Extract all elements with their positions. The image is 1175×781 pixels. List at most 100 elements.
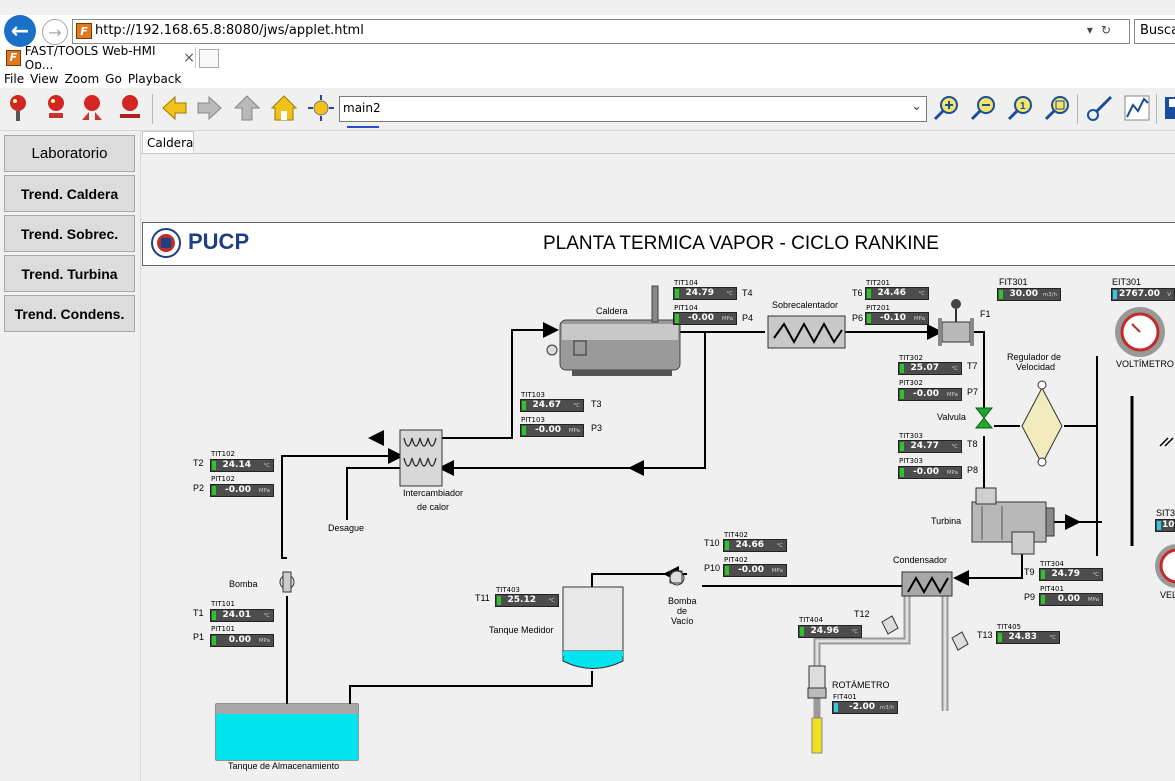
- alarm-bell-1-icon[interactable]: [2, 92, 34, 124]
- readout-tit304[interactable]: 24.79 °C: [1039, 568, 1103, 581]
- readout-pit401[interactable]: 0.00 MPa: [1039, 593, 1103, 606]
- toolbar-separator: [1077, 94, 1078, 124]
- label-rotametro: ROTÁMETRO: [832, 680, 890, 690]
- readout-tit405[interactable]: 24.83 °C: [996, 631, 1060, 644]
- alarm-bell-4-icon[interactable]: [114, 92, 146, 124]
- label-tanque-almacenamiento: Tanque de Almacenamiento: [228, 761, 340, 771]
- tag-pit302: PIT302: [899, 379, 923, 387]
- label-valvula: Valvula: [937, 412, 966, 422]
- tab-caldera[interactable]: Caldera: [142, 131, 194, 153]
- menu-file[interactable]: File: [4, 72, 24, 86]
- key-icon[interactable]: [1084, 92, 1116, 124]
- readout-tit403[interactable]: 25.12 °C: [495, 594, 559, 607]
- save-icon[interactable]: [1160, 92, 1175, 124]
- unit-pit102: MPa: [258, 488, 270, 494]
- url-dropdown-refresh-icon[interactable]: ▾↻: [1087, 23, 1119, 37]
- readout-pit402[interactable]: -0.00 MPa: [723, 564, 787, 577]
- zoom-in-icon[interactable]: [930, 92, 962, 124]
- nav-trend-turbina-button[interactable]: Trend. Turbina: [4, 255, 135, 292]
- menu-zoom[interactable]: Zoom: [65, 72, 100, 86]
- unit-tit303: °C: [951, 444, 958, 450]
- readout-tit302[interactable]: 25.07 °C: [898, 362, 962, 375]
- value-fit301: 30.00: [1009, 289, 1038, 299]
- value-pit104: -0.00: [688, 313, 714, 323]
- readout-tit303[interactable]: 24.77 °C: [898, 440, 962, 453]
- readout-pit302[interactable]: -0.00 MPa: [898, 388, 962, 401]
- nav-laboratorio-button[interactable]: Laboratorio: [4, 135, 135, 172]
- nav-back-arrow-icon[interactable]: [158, 92, 190, 124]
- readout-tit404[interactable]: 24.96 °C: [798, 625, 862, 638]
- value-sit-partial: 100: [1162, 520, 1175, 530]
- readout-tit103[interactable]: 24.67 °C: [520, 399, 584, 412]
- readout-sit-partial[interactable]: 100: [1155, 519, 1175, 532]
- value-tit402: 24.66: [735, 540, 764, 550]
- nav-trend-sobrec-button[interactable]: Trend. Sobrec.: [4, 215, 135, 252]
- toolbar-separator: [1156, 94, 1157, 124]
- unit-tit103: °C: [573, 403, 580, 409]
- unit-tit201: °C: [918, 291, 925, 297]
- alarm-bell-3-icon[interactable]: [76, 92, 108, 124]
- label-desague: Desague: [328, 523, 365, 533]
- sym-t6: T6: [852, 288, 863, 298]
- value-pit401: 0.00: [1057, 594, 1080, 604]
- readout-pit101[interactable]: 0.00 MPa: [210, 634, 274, 647]
- readout-pit303[interactable]: -0.00 MPa: [898, 466, 962, 479]
- value-tit104: 24.79: [685, 288, 714, 298]
- back-button[interactable]: ←: [4, 15, 36, 47]
- storage-tank-vessel: [215, 703, 359, 761]
- readout-pit104[interactable]: -0.00 MPa: [673, 312, 737, 325]
- label-voltimetro: VOLTÍMETRO: [1116, 359, 1174, 369]
- readout-tit102[interactable]: 24.14 °C: [210, 459, 274, 472]
- forward-button[interactable]: →: [42, 19, 68, 45]
- label-regulador-1: Regulador de: [1007, 352, 1062, 362]
- alarm-bell-2-icon[interactable]: [40, 92, 72, 124]
- menu-view[interactable]: View: [30, 72, 58, 86]
- tag-pit104: PIT104: [674, 304, 698, 312]
- nav-trend-condens-button[interactable]: Trend. Condens.: [4, 295, 135, 332]
- pucp-seal-icon: [151, 228, 181, 258]
- nav-forward-arrow-icon[interactable]: [194, 92, 226, 124]
- menu-go[interactable]: Go: [105, 72, 122, 86]
- browser-tab[interactable]: F FAST/TOOLS Web-HMI Op... ×: [0, 44, 196, 72]
- readout-tit402[interactable]: 24.66 °C: [723, 539, 787, 552]
- unit-fit301: m3/h: [1042, 292, 1057, 298]
- tag-pit303: PIT303: [899, 457, 923, 465]
- trend-chart-icon[interactable]: [1121, 92, 1153, 124]
- readout-fit301[interactable]: 30.00 m3/h: [997, 288, 1061, 301]
- value-tit403: 25.12: [507, 595, 536, 605]
- value-pit102: -0.00: [225, 485, 251, 495]
- sym-p4: P4: [742, 313, 754, 323]
- left-navigation-panel: Laboratorio Trend. Caldera Trend. Sobrec…: [0, 131, 141, 781]
- readout-pit201[interactable]: -0.10 MPa: [865, 312, 929, 325]
- tag-tit201: TIT201: [866, 279, 890, 287]
- home-icon[interactable]: [268, 92, 300, 124]
- readout-tit104[interactable]: 24.79 °C: [673, 287, 737, 300]
- search-field[interactable]: Buscar: [1134, 19, 1175, 44]
- voltimeter-dial: [1115, 307, 1165, 357]
- readout-pit103[interactable]: -0.00 MPa: [520, 424, 584, 437]
- chevron-down-icon[interactable]: ⌄: [911, 99, 922, 114]
- new-tab-button[interactable]: [199, 49, 219, 68]
- nav-up-arrow-icon[interactable]: [231, 92, 263, 124]
- sym-p8: P8: [967, 465, 979, 475]
- label-velocimetro: VEL: [1160, 590, 1175, 600]
- menu-bar: File View Zoom Go Playback: [0, 69, 1175, 88]
- zoom-reset-icon[interactable]: 1: [1004, 92, 1036, 124]
- menu-playback[interactable]: Playback: [128, 72, 182, 86]
- readout-tit101[interactable]: 24.01 °C: [210, 609, 274, 622]
- value-tit304: 24.79: [1051, 569, 1080, 579]
- nav-trend-caldera-button[interactable]: Trend. Caldera: [4, 175, 135, 212]
- flowmeter-f1: [938, 299, 974, 346]
- sun-settings-icon[interactable]: [305, 92, 337, 124]
- zoom-out-icon[interactable]: [967, 92, 999, 124]
- sym-t10: T10: [704, 538, 720, 548]
- readout-pit102[interactable]: -0.00 MPa: [210, 484, 274, 497]
- close-icon[interactable]: ×: [183, 50, 195, 66]
- zoom-fit-icon[interactable]: [1041, 92, 1073, 124]
- display-selector[interactable]: main2 ⌄: [339, 96, 927, 122]
- url-field[interactable]: F http://192.168.65.8:8080/jws/applet.ht…: [72, 19, 1130, 44]
- readout-tit201[interactable]: 24.46 °C: [865, 287, 929, 300]
- arrow-right-icon: →: [48, 22, 62, 42]
- readout-fit401[interactable]: -2.00 m3/h: [832, 701, 898, 714]
- readout-eit301[interactable]: 2767.00 V: [1111, 288, 1175, 301]
